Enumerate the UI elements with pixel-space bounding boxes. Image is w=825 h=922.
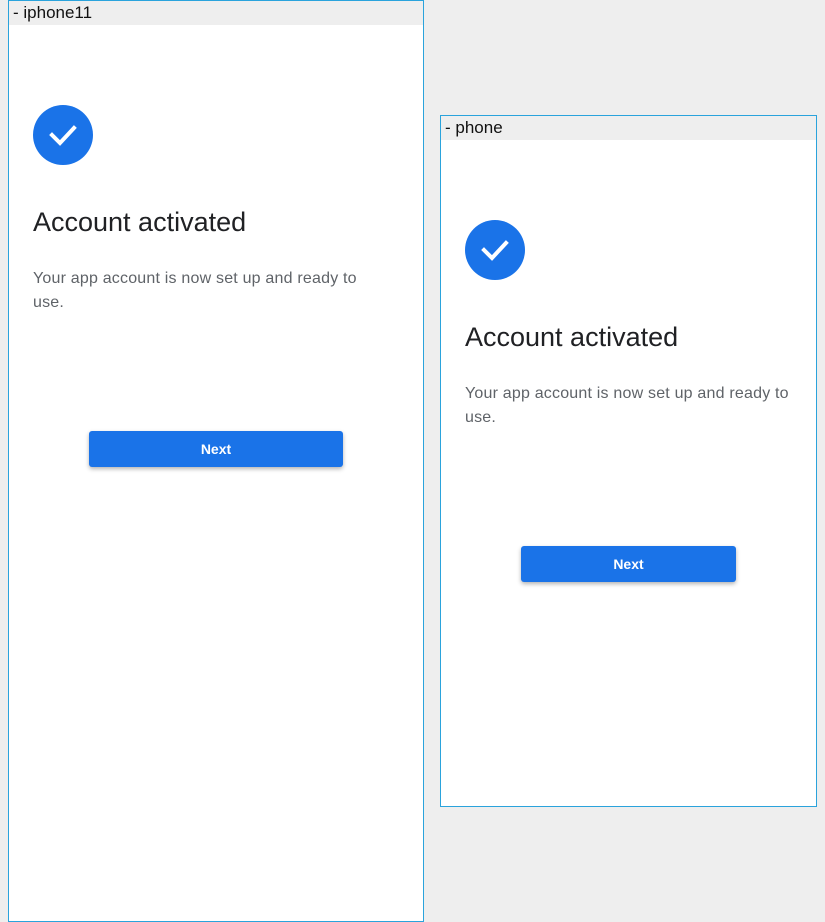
activation-screen: Account activated Your app account is no… [441,140,816,806]
device-frame-iphone11: - iphone11 Account activated Your app ac… [8,0,424,922]
next-button[interactable]: Next [89,431,343,467]
frame-label: - phone [441,116,816,140]
activation-screen: Account activated Your app account is no… [9,25,423,921]
frame-label: - iphone11 [9,1,423,25]
check-icon [465,220,525,280]
next-button[interactable]: Next [521,546,736,582]
page-title: Account activated [33,207,247,237]
device-frame-phone: - phone Account activated Your app accou… [440,115,817,807]
check-icon [33,105,93,165]
page-subtitle: Your app account is now set up and ready… [33,270,357,311]
page-subtitle: Your app account is now set up and ready… [465,385,789,426]
page-title: Account activated [465,322,679,352]
